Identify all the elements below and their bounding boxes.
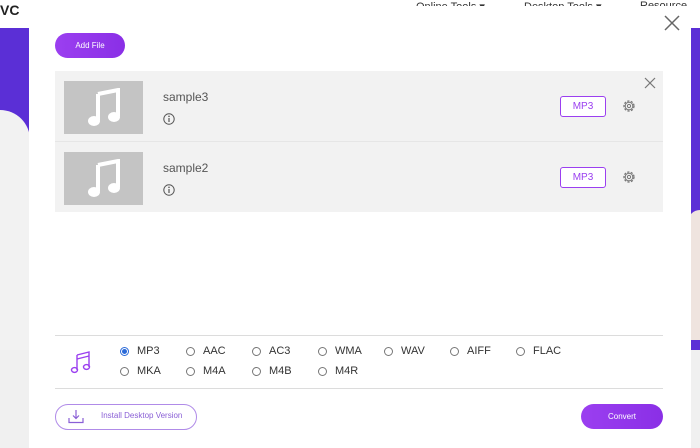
- radio[interactable]: [186, 366, 195, 376]
- add-file-button[interactable]: Add File: [55, 33, 125, 58]
- close-icon[interactable]: [663, 14, 681, 32]
- format-option-aac[interactable]: AAC: [186, 345, 226, 357]
- output-format-button[interactable]: MP3: [560, 167, 606, 188]
- format-option-mka[interactable]: MKA: [120, 365, 161, 377]
- file-thumbnail: [64, 152, 143, 205]
- format-option-mp3[interactable]: MP3: [120, 345, 160, 357]
- gear-icon[interactable]: [621, 169, 637, 185]
- background-logo: VC: [0, 2, 20, 18]
- format-option-m4a[interactable]: M4A: [186, 365, 226, 377]
- file-thumbnail: [64, 81, 143, 134]
- background-illustration-left: [0, 110, 30, 350]
- info-icon[interactable]: [163, 184, 175, 196]
- music-note-icon: [87, 158, 120, 197]
- file-name: sample3: [163, 90, 209, 104]
- convert-button[interactable]: Convert: [581, 404, 663, 429]
- radio[interactable]: [318, 346, 327, 356]
- format-option-ac3[interactable]: AC3: [252, 345, 290, 357]
- radio[interactable]: [252, 366, 261, 376]
- install-desktop-label: Install Desktop Version: [101, 411, 183, 420]
- remove-file-icon[interactable]: [644, 77, 656, 89]
- format-option-m4b[interactable]: M4B: [252, 365, 292, 377]
- radio-selected[interactable]: [120, 346, 129, 356]
- music-note-icon: [70, 351, 91, 374]
- output-format-button[interactable]: MP3: [560, 96, 606, 117]
- file-row: sample3 MP3: [55, 71, 663, 142]
- format-option-wma[interactable]: WMA: [318, 345, 362, 357]
- file-row: sample2 MP3: [55, 142, 663, 212]
- radio[interactable]: [120, 366, 129, 376]
- radio[interactable]: [516, 346, 525, 356]
- info-icon[interactable]: [163, 113, 175, 125]
- converter-modal: Add File sample3 MP3 sample2 MP3 MP3 AAC…: [29, 6, 691, 448]
- format-selector: MP3 AAC AC3 WMA WAV AIFF FLAC MKA M4A M4…: [55, 335, 663, 389]
- format-option-flac[interactable]: FLAC: [516, 345, 561, 357]
- format-option-wav[interactable]: WAV: [384, 345, 425, 357]
- install-desktop-button[interactable]: Install Desktop Version: [55, 404, 197, 430]
- radio[interactable]: [186, 346, 195, 356]
- radio[interactable]: [252, 346, 261, 356]
- file-list: sample3 MP3 sample2 MP3: [55, 71, 663, 212]
- music-note-icon: [87, 87, 120, 126]
- radio[interactable]: [318, 366, 327, 376]
- format-option-m4r[interactable]: M4R: [318, 365, 358, 377]
- file-name: sample2: [163, 161, 209, 175]
- gear-icon[interactable]: [621, 98, 637, 114]
- format-option-aiff[interactable]: AIFF: [450, 345, 491, 357]
- radio[interactable]: [450, 346, 459, 356]
- download-icon: [68, 410, 84, 424]
- radio[interactable]: [384, 346, 393, 356]
